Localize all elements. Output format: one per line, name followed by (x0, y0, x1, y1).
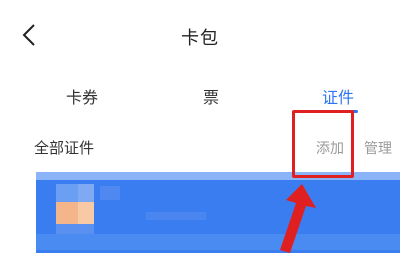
card-pixel-block (78, 184, 94, 202)
red-arrow-icon (268, 182, 318, 253)
page-title: 卡包 (181, 28, 219, 49)
card-pixel-block (100, 186, 120, 200)
card-wallet-screen: 卡包 卡券 票 证件 全部证件 添加 管理 (0, 0, 400, 253)
tab-coupons[interactable]: 卡券 (66, 84, 98, 108)
tab-tickets[interactable]: 票 (203, 84, 219, 108)
card-bottom-stripe (36, 234, 400, 250)
certificate-card[interactable] (36, 172, 400, 253)
card-pixel-block (78, 202, 94, 224)
card-pixel-block (56, 184, 78, 202)
card-pixel-block (56, 224, 94, 234)
card-pixel-block (56, 202, 78, 224)
card-pixel-block (146, 212, 206, 220)
section-title: 全部证件 (34, 139, 95, 157)
manage-button[interactable]: 管理 (364, 138, 392, 158)
highlight-box (292, 110, 354, 178)
tab-certificates[interactable]: 证件 (322, 84, 354, 108)
